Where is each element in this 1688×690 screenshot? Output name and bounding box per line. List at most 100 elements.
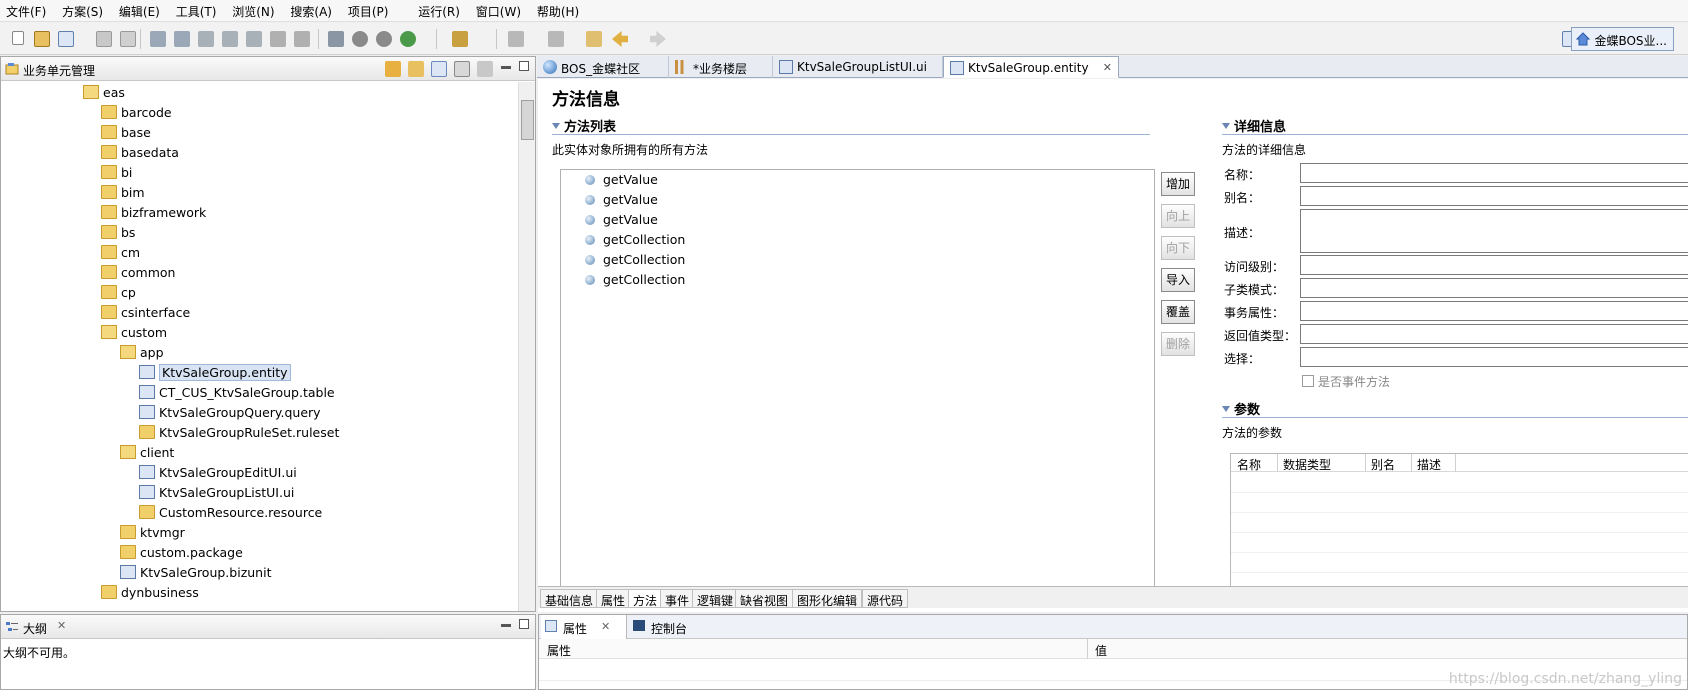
tab-default-view[interactable]: 缺省视图 [735, 589, 794, 608]
menu-tools[interactable]: 工具(T) [170, 0, 223, 23]
tree-item[interactable]: bizframework [101, 205, 206, 224]
run-config-icon[interactable] [400, 31, 416, 47]
new-wizard-icon[interactable] [58, 31, 74, 47]
menu-help[interactable]: 帮助(H) [531, 0, 585, 23]
tab-properties[interactable]: 属性 [596, 589, 631, 608]
menu-search[interactable]: 搜索(A) [284, 0, 338, 23]
menu-project[interactable]: 项目(P) [342, 0, 395, 23]
column-header[interactable]: 值 [1095, 642, 1107, 659]
tab-listui[interactable]: KtvSaleGroupListUI.ui [773, 56, 943, 78]
column-header[interactable]: 数据类型 [1283, 456, 1331, 473]
description-field[interactable] [1300, 209, 1688, 253]
table-icon[interactable] [294, 31, 310, 47]
menu-scheme[interactable]: 方案(S) [56, 0, 109, 23]
column-header[interactable]: 描述 [1417, 456, 1441, 473]
minimize-icon[interactable] [501, 624, 511, 627]
tree-item[interactable]: custom [101, 325, 167, 344]
tab-basic-info[interactable]: 基础信息 [540, 589, 599, 608]
collapse-triangle-icon[interactable] [1222, 123, 1230, 129]
alias-field[interactable] [1300, 186, 1688, 206]
tree-item[interactable]: csinterface [101, 305, 190, 324]
tree-item[interactable]: bs [101, 225, 135, 244]
column-header[interactable]: 属性 [547, 642, 571, 659]
method-item[interactable]: getValue [585, 172, 658, 190]
config-icon[interactable] [222, 31, 238, 47]
move-down-button[interactable]: 向下 [1161, 236, 1195, 260]
subclass-mode-field[interactable] [1300, 278, 1688, 298]
tree-item[interactable]: cm [101, 245, 140, 264]
scrollbar-thumb[interactable] [521, 100, 534, 140]
menu-edit[interactable]: 编辑(E) [113, 0, 166, 23]
tree-item[interactable]: bim [101, 185, 145, 204]
tab-source-code[interactable]: 源代码 [862, 589, 909, 608]
tab-methods[interactable]: 方法 [628, 589, 663, 608]
access-level-field[interactable] [1300, 255, 1688, 275]
tree-item[interactable]: base [101, 125, 151, 144]
add-button[interactable]: 增加 [1161, 172, 1195, 196]
event-method-checkbox[interactable] [1302, 375, 1314, 387]
minimize-icon[interactable] [501, 66, 511, 69]
sync-view-icon[interactable] [385, 61, 401, 77]
name-field[interactable] [1300, 163, 1688, 183]
navigator-scrollbar[interactable] [518, 82, 535, 611]
tree-item[interactable]: ktvmgr [120, 525, 185, 544]
tree-item[interactable]: KtvSaleGroupQuery.query [139, 405, 321, 424]
tab-properties-view[interactable]: 属性 ✕ [541, 615, 627, 639]
tree-item[interactable]: bi [101, 165, 132, 184]
last-edit-icon[interactable] [586, 31, 602, 47]
tree-item-selected[interactable]: KtvSaleGroup.entity [139, 364, 291, 384]
menu-file[interactable]: 文件(F) [0, 0, 52, 23]
tab-entity[interactable]: KtvSaleGroup.entity ✕ [943, 56, 1119, 78]
link-editor-icon[interactable] [431, 61, 447, 77]
method-item[interactable]: getValue [585, 192, 658, 210]
tab-logic-keys[interactable]: 逻辑键 [692, 589, 739, 608]
tree-item[interactable]: custom.package [120, 545, 243, 564]
menu-run[interactable]: 运行(R) [412, 0, 466, 23]
sync-icon[interactable] [198, 31, 214, 47]
perspective-switcher[interactable]: 金蝶BOS业... [1571, 27, 1674, 51]
close-icon[interactable]: ✕ [57, 619, 66, 632]
run-icon[interactable] [352, 31, 368, 47]
deploy-icon[interactable] [174, 31, 190, 47]
open-icon[interactable] [34, 31, 50, 47]
collapse-triangle-icon[interactable] [552, 123, 560, 129]
return-type-field[interactable] [1300, 324, 1688, 344]
tree-item[interactable]: app [120, 345, 164, 364]
tab-console[interactable]: 控制台 [629, 615, 715, 639]
back-icon[interactable] [612, 31, 628, 47]
tab-bos-community[interactable]: BOS_金蝶社区 [537, 56, 669, 78]
collapse-triangle-icon[interactable] [1222, 406, 1230, 412]
new-file-icon[interactable] [12, 31, 24, 45]
method-item[interactable]: getCollection [585, 232, 685, 250]
tab-graphical-edit[interactable]: 图形化编辑 [792, 589, 863, 608]
open-folder-icon[interactable] [408, 61, 424, 77]
edit-icon[interactable] [246, 31, 262, 47]
tree-item[interactable]: KtvSaleGroupListUI.ui [139, 485, 294, 504]
menu-browse[interactable]: 浏览(N) [226, 0, 280, 23]
override-button[interactable]: 覆盖 [1161, 300, 1195, 324]
tree-item[interactable]: basedata [101, 145, 179, 164]
forward-icon[interactable] [650, 31, 666, 47]
select-field[interactable] [1300, 347, 1688, 367]
tree-item[interactable]: client [120, 445, 174, 464]
tree-item[interactable]: CT_CUS_KtvSaleGroup.table [139, 385, 335, 404]
tree-item[interactable]: common [101, 265, 175, 284]
tree-item[interactable]: KtvSaleGroup.bizunit [120, 565, 271, 584]
close-icon[interactable]: ✕ [601, 620, 610, 633]
tree-item[interactable]: barcode [101, 105, 172, 124]
menu-window[interactable]: 窗口(W) [470, 0, 527, 23]
close-icon[interactable]: ✕ [1103, 61, 1112, 74]
column-header[interactable]: 名称 [1237, 456, 1261, 473]
maximize-icon[interactable] [519, 61, 529, 71]
move-up-button[interactable]: 向上 [1161, 204, 1195, 228]
debug-icon[interactable] [328, 31, 344, 47]
tree-item[interactable]: eas [83, 85, 125, 104]
print-icon[interactable] [120, 31, 136, 47]
method-item[interactable]: getValue [585, 212, 658, 230]
external-tools-icon[interactable] [452, 31, 468, 47]
tree-item[interactable]: KtvSaleGroupRuleSet.ruleset [139, 425, 339, 444]
database-icon[interactable] [270, 31, 286, 47]
delete-button[interactable]: 删除 [1161, 332, 1195, 356]
method-item[interactable]: getCollection [585, 252, 685, 270]
params-table[interactable]: 名称 数据类型 别名 描述 [1230, 453, 1688, 590]
